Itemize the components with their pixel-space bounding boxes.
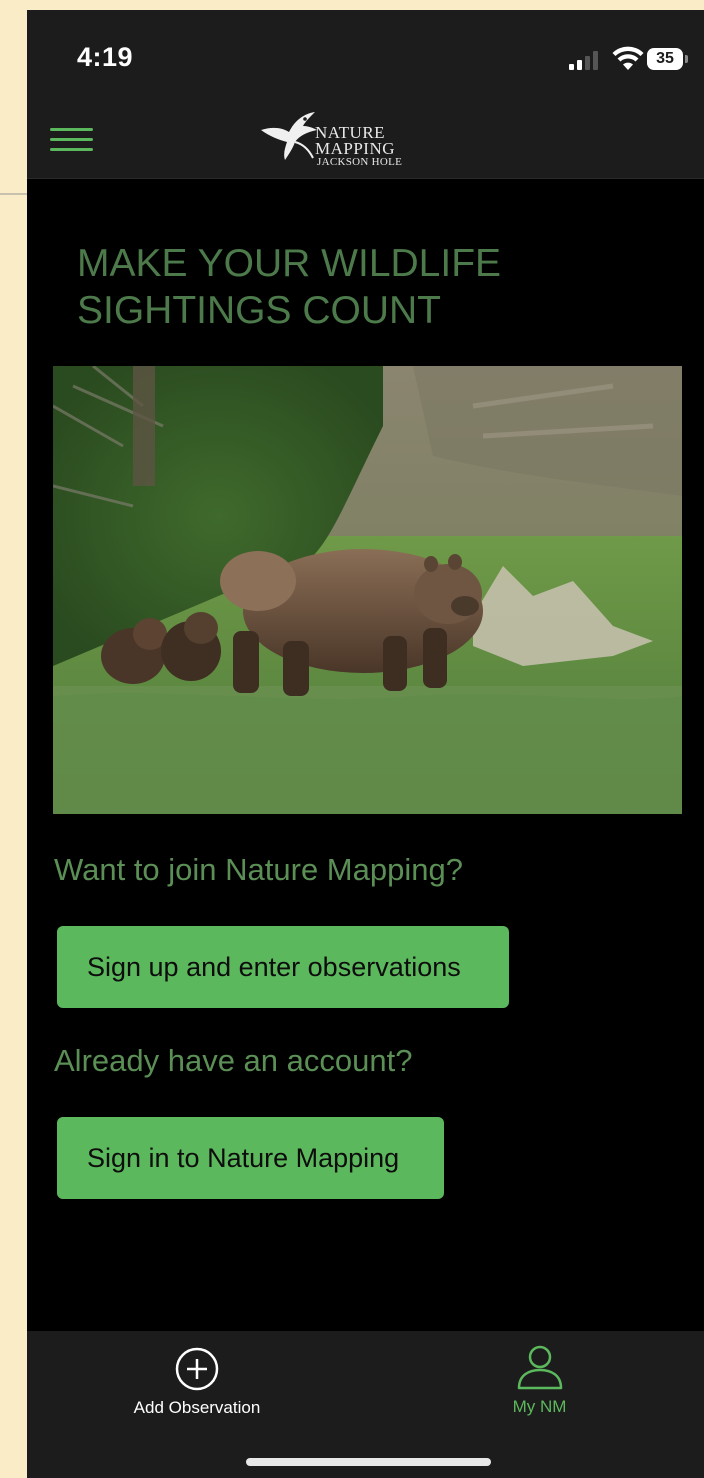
- cellular-signal-icon: [569, 50, 601, 70]
- tab-my-nm[interactable]: My NM: [477, 1341, 602, 1417]
- logo-text-mapping: MAPPING: [315, 139, 396, 158]
- account-question: Already have an account?: [54, 1043, 413, 1078]
- home-indicator[interactable]: [246, 1458, 491, 1466]
- bottom-tab-bar: Add Observation My NM: [27, 1331, 704, 1478]
- battery-tip: [685, 55, 688, 63]
- hamburger-menu-icon[interactable]: [50, 128, 93, 156]
- hero-image-grizzly-bears: [53, 366, 682, 814]
- background-divider: [0, 193, 27, 195]
- battery-indicator: 35: [647, 48, 683, 70]
- person-icon: [517, 1345, 562, 1390]
- signin-button[interactable]: Sign in to Nature Mapping: [57, 1117, 444, 1199]
- logo-text-jackson-hole: JACKSON HOLE: [317, 156, 403, 168]
- wifi-icon: [612, 46, 644, 70]
- phone-screen: 4:19 35 NATURE MAPPING JACKSON HOLE MAKE…: [27, 10, 704, 1478]
- tab-add-observation-label: Add Observation: [133, 1398, 261, 1417]
- join-question: Want to join Nature Mapping?: [54, 852, 463, 887]
- plus-circle-icon: [175, 1347, 219, 1391]
- bird-logo-icon: [261, 112, 317, 160]
- app-header: 4:19 35 NATURE MAPPING JACKSON HOLE: [27, 10, 704, 179]
- signup-button[interactable]: Sign up and enter observations: [57, 926, 509, 1008]
- tab-my-nm-label: My NM: [512, 1397, 567, 1416]
- status-time: 4:19: [77, 42, 134, 72]
- tab-add-observation[interactable]: Add Observation: [107, 1346, 287, 1418]
- nature-mapping-logo: NATURE MAPPING JACKSON HOLE: [259, 108, 409, 172]
- page-headline: MAKE YOUR WILDLIFE SIGHTINGS COUNT: [77, 242, 502, 332]
